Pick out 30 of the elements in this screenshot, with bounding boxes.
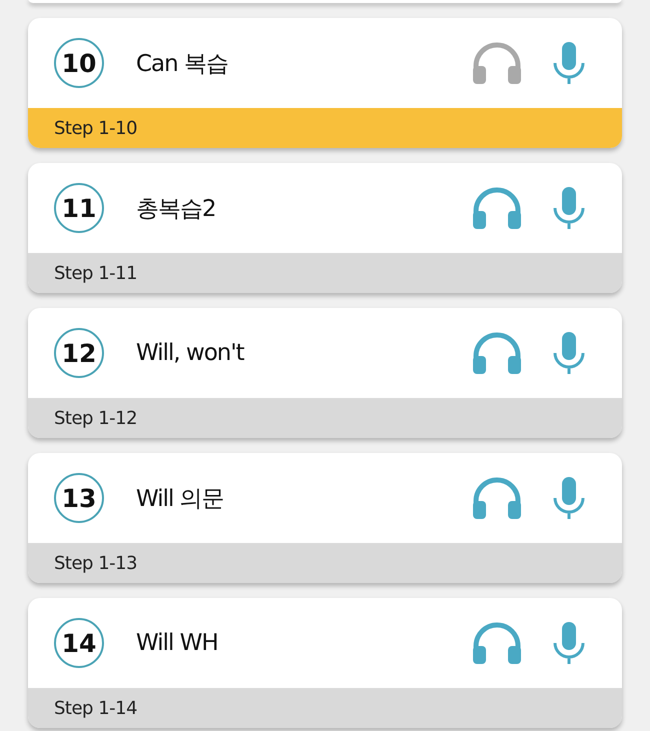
lesson-card[interactable]: 14 Will WH Step 1-14 — [28, 598, 622, 728]
lesson-number: 12 — [54, 328, 104, 378]
microphone-icon[interactable] — [552, 42, 586, 84]
step-label: Step 1-12 — [28, 398, 622, 438]
lesson-card[interactable]: 10 Can 복습 Step 1-10 — [28, 18, 622, 148]
lesson-title: 총복습2 — [136, 194, 217, 224]
step-label: Step 1-13 — [28, 543, 622, 583]
microphone-icon[interactable] — [552, 622, 586, 664]
headphones-icon[interactable] — [472, 187, 522, 229]
microphone-icon[interactable] — [552, 477, 586, 519]
lesson-card[interactable]: 12 Will, won't Step 1-12 — [28, 308, 622, 438]
lesson-title: Will 의문 — [136, 484, 225, 514]
lesson-card[interactable]: 13 Will 의문 Step 1-13 — [28, 453, 622, 583]
headphones-icon[interactable] — [472, 332, 522, 374]
lesson-number: 13 — [54, 473, 104, 523]
headphones-icon[interactable] — [472, 622, 522, 664]
microphone-icon[interactable] — [552, 187, 586, 229]
lesson-number: 10 — [54, 38, 104, 88]
microphone-icon[interactable] — [552, 332, 586, 374]
headphones-icon[interactable] — [472, 477, 522, 519]
step-label: Step 1-10 — [28, 108, 622, 148]
headphones-icon[interactable] — [472, 42, 522, 84]
step-label: Step 1-14 — [28, 688, 622, 728]
lesson-title: Can 복습 — [136, 50, 230, 78]
lesson-number: 11 — [54, 183, 104, 233]
lesson-number: 14 — [54, 618, 104, 668]
step-label: Step 1-11 — [28, 253, 622, 293]
lesson-card[interactable]: 11 총복습2 Step 1-11 — [28, 163, 622, 293]
lesson-title: Will WH — [136, 630, 219, 656]
lesson-title: Will, won't — [136, 340, 246, 366]
